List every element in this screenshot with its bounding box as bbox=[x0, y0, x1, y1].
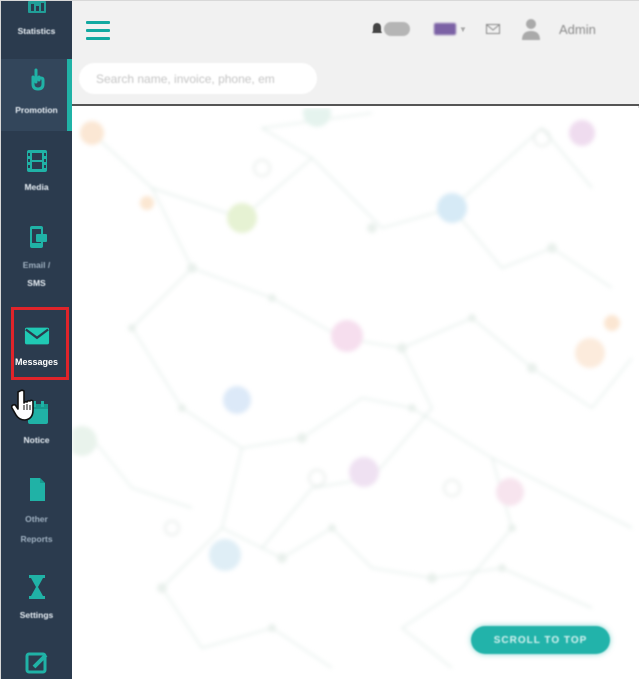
network-background bbox=[72, 108, 633, 669]
highlight-box bbox=[11, 307, 69, 380]
user-avatar[interactable] bbox=[520, 15, 542, 43]
sidebar-item-statistics[interactable]: Statistics bbox=[1, 1, 72, 37]
chevron-down-icon: ▼ bbox=[459, 24, 467, 34]
hamburger-menu-icon[interactable] bbox=[86, 21, 110, 41]
film-icon bbox=[24, 148, 50, 174]
sidebar-item-settings[interactable]: Settings bbox=[1, 574, 72, 621]
notifications-button[interactable] bbox=[372, 15, 410, 43]
notification-badge bbox=[384, 22, 410, 36]
main-content bbox=[72, 108, 639, 679]
sidebar-item-label: Settings bbox=[19, 610, 54, 620]
hand-cursor-icon bbox=[10, 389, 37, 423]
bell-icon bbox=[372, 23, 382, 33]
chart-icon bbox=[24, 0, 50, 17]
sidebar-item-promotion[interactable]: Promotion bbox=[1, 67, 72, 116]
scroll-to-top-button[interactable]: SCROLL TO TOP bbox=[471, 626, 610, 654]
sidebar-item-email-sms[interactable]: Email / SMS bbox=[1, 225, 72, 289]
hourglass-icon bbox=[24, 574, 50, 600]
user-icon bbox=[522, 19, 540, 40]
language-selector[interactable]: ▼ bbox=[434, 15, 467, 43]
app-window: Statistics Promotion Media Email / SMS M… bbox=[0, 0, 639, 679]
sidebar-item-sublabel: SMS bbox=[27, 278, 46, 288]
phone-mail-icon bbox=[24, 225, 50, 251]
sidebar-item-edit[interactable] bbox=[1, 651, 72, 677]
sidebar-item-label: Other bbox=[25, 514, 48, 524]
sidebar-item-label: Email / bbox=[22, 260, 51, 270]
sidebar-item-label: Media bbox=[24, 182, 49, 192]
top-header: ▼ Admin bbox=[72, 1, 639, 106]
mail-icon bbox=[486, 24, 500, 34]
sidebar-item-other-reports[interactable]: Other Reports bbox=[1, 477, 72, 545]
hand-pointer-icon bbox=[24, 67, 50, 93]
document-icon bbox=[24, 477, 50, 503]
edit-icon bbox=[24, 651, 50, 677]
sidebar-item-media[interactable]: Media bbox=[1, 148, 72, 193]
search-input[interactable] bbox=[79, 63, 317, 94]
sidebar: Statistics Promotion Media Email / SMS M… bbox=[1, 1, 72, 679]
flag-icon bbox=[434, 23, 456, 35]
sidebar-item-sublabel: Reports bbox=[20, 534, 53, 544]
header-mail-button[interactable] bbox=[486, 15, 500, 43]
sidebar-item-label: Statistics bbox=[17, 26, 56, 36]
sidebar-item-label: Notice bbox=[23, 435, 50, 445]
user-name[interactable]: Admin bbox=[559, 15, 596, 43]
sidebar-item-label: Promotion bbox=[15, 105, 58, 115]
